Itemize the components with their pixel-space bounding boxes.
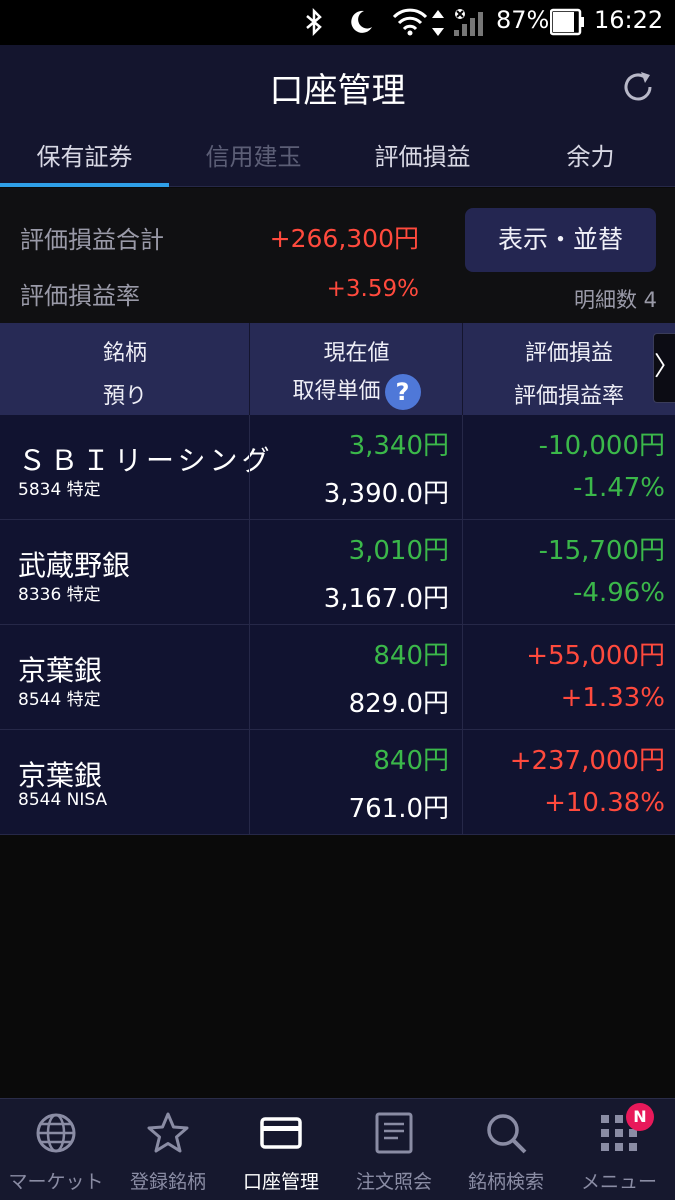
wifi-icon (392, 8, 428, 40)
empty-area (0, 835, 675, 1098)
header-profit-loss-rate: 評価損益率 (513, 384, 624, 409)
moon-icon (348, 8, 374, 40)
battery-icon (549, 8, 586, 40)
new-badge: N (626, 1103, 654, 1131)
tab-margin-positions[interactable]: 信用建玉 (169, 130, 338, 187)
bottom-nav: マーケット 登録銘柄 口座管理 注文照会 銘柄検索 メニュー (0, 1098, 675, 1200)
header-acquisition-price-label: 取得単価 (292, 379, 381, 404)
status-bar: 87% 16:22 (0, 0, 675, 45)
clock: 16:22 (594, 6, 664, 34)
stock-code-account: 8544 NISA (18, 790, 108, 810)
current-price: 840円 (373, 641, 449, 671)
profit-loss-rate: +1.33% (560, 683, 665, 713)
stock-code-account: 8336 特定 (18, 585, 101, 605)
acquisition-price: 761.0円 (348, 794, 449, 824)
refresh-icon[interactable] (620, 69, 656, 109)
display-sort-button[interactable]: 表示・並替 (465, 208, 656, 272)
header-account-type: 預り (102, 384, 147, 409)
item-count: 明細数 4 (573, 288, 657, 312)
nav-market[interactable]: マーケット (0, 1099, 112, 1200)
column-divider (462, 415, 463, 520)
signal-icon (452, 8, 486, 42)
profit-loss-rate: +10.38% (544, 788, 665, 818)
nav-menu[interactable]: メニュー (563, 1099, 675, 1200)
table-row[interactable]: ＳＢＩリーシング 5834 特定 3,340円 3,390.0円 -10,000… (0, 415, 675, 520)
active-tab-indicator (0, 183, 169, 187)
summary-panel: 評価損益合計 +266,300円 評価損益率 +3.59% 表示・並替 明細数 … (0, 188, 675, 323)
stock-code-account: 8544 特定 (18, 690, 101, 710)
profit-loss-rate: -1.47% (573, 473, 665, 503)
nav-label: メニュー (580, 1171, 657, 1193)
profit-loss: -10,000円 (538, 431, 665, 461)
current-price: 840円 (373, 746, 449, 776)
bluetooth-icon (303, 7, 325, 40)
stock-name: ＳＢＩリーシング (18, 444, 274, 477)
acquisition-price: 3,390.0円 (323, 479, 449, 509)
column-divider (249, 520, 250, 625)
acquisition-price: 3,167.0円 (323, 584, 449, 614)
stock-name: 京葉銀 (18, 654, 103, 687)
nav-account[interactable]: 口座管理 (225, 1099, 337, 1200)
column-divider (462, 323, 463, 415)
stock-name: 武蔵野銀 (18, 549, 131, 582)
table-row[interactable]: 京葉銀 8544 特定 840円 829.0円 +55,000円 +1.33% (0, 625, 675, 730)
nav-label: 登録銘柄 (129, 1171, 206, 1193)
tab-bar: 保有証券 信用建玉 評価損益 余力 (0, 130, 675, 187)
column-divider (462, 625, 463, 730)
document-icon (372, 1111, 416, 1159)
total-pl-value: +266,300円 (269, 224, 419, 253)
profit-loss: +237,000円 (509, 746, 665, 776)
table-header: 銘柄 預り 現在値 取得単価? 評価損益 評価損益率 (0, 323, 675, 415)
header-profit-loss: 評価損益 (524, 341, 613, 366)
help-icon[interactable]: ? (384, 374, 421, 410)
tab-holdings[interactable]: 保有証券 (0, 130, 169, 187)
nav-orders[interactable]: 注文照会 (338, 1099, 450, 1200)
pl-rate-label: 評価損益率 (20, 282, 140, 310)
nav-search[interactable]: 銘柄検索 (450, 1099, 562, 1200)
column-divider (462, 730, 463, 835)
header-acquisition-price: 取得単価? (250, 373, 463, 410)
app-header: 口座管理 (0, 45, 675, 130)
globe-icon (34, 1111, 78, 1159)
column-divider (249, 625, 250, 730)
nav-label: マーケット (8, 1171, 104, 1193)
card-icon (259, 1111, 303, 1159)
nav-label: 注文照会 (355, 1171, 432, 1193)
table-row[interactable]: 武蔵野銀 8336 特定 3,010円 3,167.0円 -15,700円 -4… (0, 520, 675, 625)
profit-loss: -15,700円 (538, 536, 665, 566)
stock-code-account: 5834 特定 (18, 480, 101, 500)
total-pl-label: 評価損益合計 (20, 226, 164, 254)
current-price: 3,340円 (348, 431, 449, 461)
table-row[interactable]: 京葉銀 8544 NISA 840円 761.0円 +237,000円 +10.… (0, 730, 675, 835)
battery-percent: 87% (496, 6, 550, 34)
pl-rate-value: +3.59% (326, 276, 419, 302)
profit-loss: +55,000円 (526, 641, 665, 671)
nav-label: 銘柄検索 (467, 1171, 544, 1193)
star-icon (146, 1111, 190, 1159)
column-divider (249, 730, 250, 835)
acquisition-price: 829.0円 (348, 689, 449, 719)
scroll-right-icon[interactable]: 〉 (653, 333, 675, 403)
header-current-price: 現在値 (323, 341, 390, 366)
page-title: 口座管理 (269, 71, 406, 111)
data-arrows-icon (430, 8, 446, 42)
column-divider (249, 415, 250, 520)
tab-buying-power[interactable]: 余力 (506, 130, 675, 187)
column-divider (462, 520, 463, 625)
current-price: 3,010円 (348, 536, 449, 566)
nav-watchlist[interactable]: 登録銘柄 (112, 1099, 224, 1200)
stock-name: 京葉銀 (18, 759, 103, 792)
column-divider (249, 323, 250, 415)
profit-loss-rate: -4.96% (573, 578, 665, 608)
nav-label: 口座管理 (242, 1171, 319, 1193)
tab-profit-loss[interactable]: 評価損益 (338, 130, 507, 187)
header-stock: 銘柄 (102, 341, 147, 366)
search-icon (484, 1111, 528, 1159)
